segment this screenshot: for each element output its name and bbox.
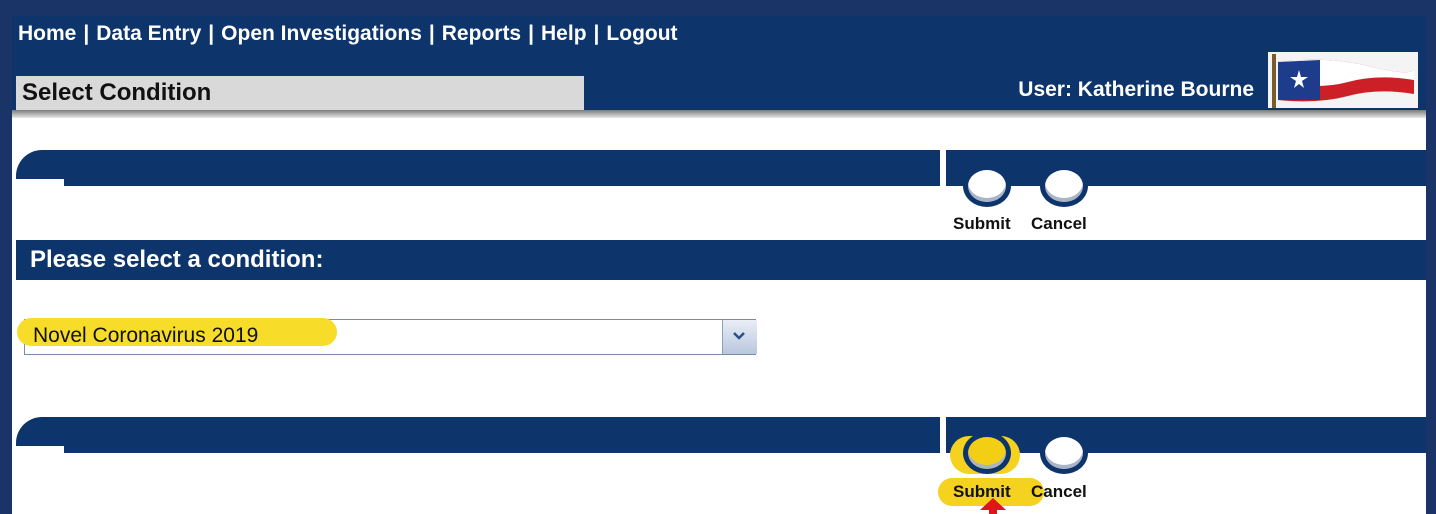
- nav-separator: |: [428, 22, 435, 45]
- action-bar-right: [946, 150, 1426, 186]
- cancel-button-bottom[interactable]: [1040, 432, 1088, 474]
- action-bar-left: [16, 150, 940, 187]
- nav-open-investigations-link[interactable]: Open Investigations: [221, 22, 422, 45]
- submit-button-top[interactable]: [963, 165, 1011, 207]
- page: Home | Data Entry | Open Investigations | Repo…: [12, 16, 1426, 514]
- section-heading: Please select a condition:: [16, 240, 1426, 280]
- nav-logout-link[interactable]: Logout: [606, 22, 677, 45]
- nav-separator: |: [593, 22, 600, 45]
- dropdown-button[interactable]: [722, 320, 757, 354]
- condition-select[interactable]: Novel Coronavirus 2019: [17, 318, 757, 355]
- nav-links: Home | Data Entry | Open Investigations | Repo…: [18, 22, 678, 46]
- texas-flag-icon: [1268, 52, 1418, 108]
- submit-button-bottom[interactable]: [963, 432, 1011, 474]
- submit-label-top[interactable]: Submit: [953, 214, 1011, 234]
- condition-select-value: Novel Coronavirus 2019: [33, 324, 259, 347]
- nav-reports-link[interactable]: Reports: [442, 22, 521, 45]
- nav-home-link[interactable]: Home: [18, 22, 76, 45]
- cancel-label-top[interactable]: Cancel: [1031, 214, 1087, 234]
- red-arrow-annotation-icon: [980, 498, 1006, 514]
- page-title: Select Condition: [16, 76, 584, 110]
- nav-data-entry-link[interactable]: Data Entry: [96, 22, 201, 45]
- dropdown-arrow-icon: [733, 332, 745, 340]
- cancel-label-bottom[interactable]: Cancel: [1031, 482, 1087, 502]
- header-divider: [12, 110, 1426, 118]
- nav-separator: |: [83, 22, 90, 45]
- user-label: User: Katherine Bourne: [1018, 78, 1254, 101]
- nav-separator: |: [208, 22, 215, 45]
- cancel-button-top[interactable]: [1040, 165, 1088, 207]
- nav-separator: |: [528, 22, 535, 45]
- action-bar-left-bottom: [16, 417, 940, 454]
- top-navigation-bar: Home | Data Entry | Open Investigations | Repo…: [12, 16, 1426, 112]
- nav-help-link[interactable]: Help: [541, 22, 587, 45]
